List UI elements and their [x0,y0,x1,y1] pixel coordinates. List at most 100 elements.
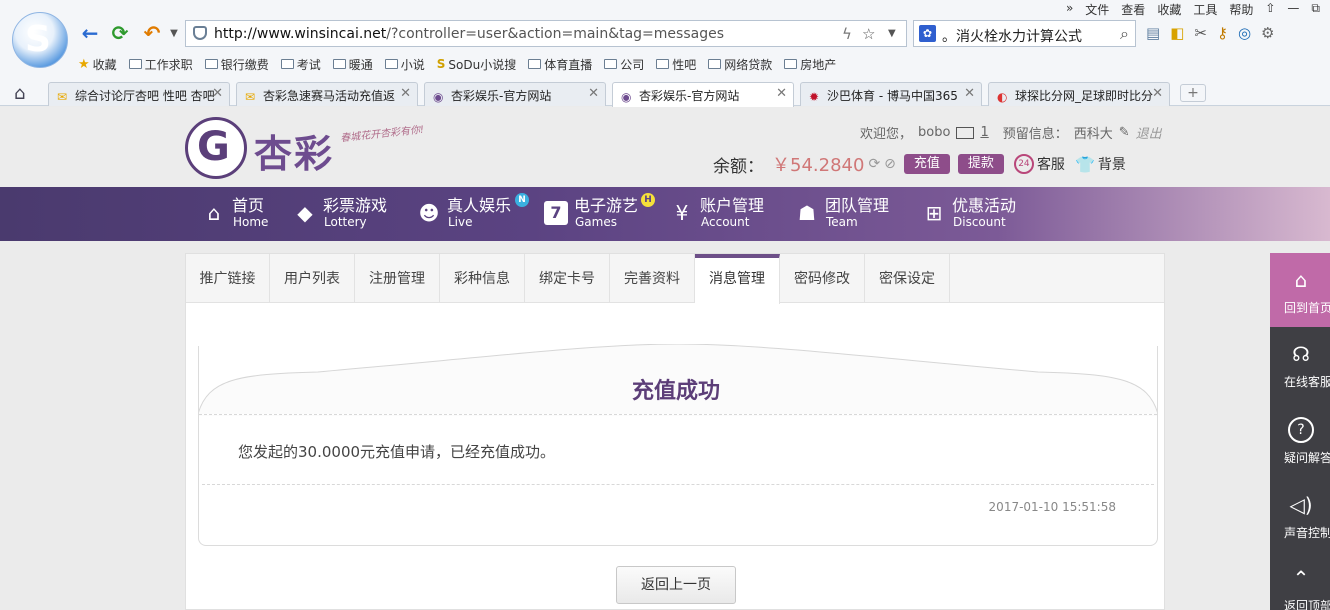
extension-icon[interactable]: ◧ [1170,24,1184,42]
bookmark-folder[interactable]: 工作求职 [128,55,193,73]
menu-more[interactable]: » [1066,1,1073,17]
main-nav: ⌂ 首页 Home ◆ 彩票游戏 Lottery ☻ 真人娱乐 Live N 7 电子… [0,187,1330,241]
minimize-button[interactable]: — [1287,1,1299,17]
tab-profile[interactable]: 完善资料 [610,254,695,303]
undo-dropdown-icon[interactable]: ▼ [162,21,186,45]
menu-favorites[interactable]: 收藏 [1157,1,1181,17]
close-tab-icon[interactable]: ✕ [1152,86,1163,101]
bookmark-favorites[interactable]: ★ 收藏 [78,55,117,73]
favorite-star-icon[interactable]: ☆ [862,25,875,43]
bookmark-folder[interactable]: 暖通 [332,55,373,73]
star-icon: ★ [78,56,90,72]
browser-tab[interactable]: ✹ 沙巴体育 - 博马中国365 ✕ [800,82,982,106]
edit-icon[interactable]: ✎ [1119,125,1130,140]
browser-tab[interactable]: ◉ 杏彩娱乐-官方网站 ✕ [424,82,606,106]
menu-view[interactable]: 查看 [1121,1,1145,17]
nav-team[interactable]: ☗ 团队管理 Team [795,197,889,230]
bookmark-folder[interactable]: 考试 [280,55,321,73]
baidu-paw-icon[interactable]: ✿ [919,25,936,42]
tab-user-list[interactable]: 用户列表 [270,254,355,303]
settings-icon[interactable]: ⚙ [1261,24,1274,42]
refresh-icon[interactable]: ⟳ [108,21,132,45]
float-sound[interactable]: ◁) 声音控制 [1270,478,1330,552]
logout-link[interactable]: 退出 [1136,123,1162,142]
xingcai-favicon: ◉ [621,90,632,104]
hide-balance-icon[interactable]: ⊘ [884,156,896,172]
service-link[interactable]: 24 客服 [1013,154,1065,174]
menu-help[interactable]: 帮助 [1229,1,1253,17]
float-back-top[interactable]: ⌃ 返回顶部 [1270,551,1330,610]
key-icon[interactable]: ⚷ [1217,24,1228,42]
menu-tools[interactable]: 工具 [1193,1,1217,17]
brand-logo[interactable]: 杏彩 [254,123,334,178]
close-tab-icon[interactable]: ✕ [400,86,411,101]
brand-emblem-icon[interactable]: G [185,117,247,179]
back-button[interactable]: 返回上一页 [616,566,736,604]
bookmark-folder[interactable]: 公司 [604,55,644,73]
folder-icon [332,59,346,69]
back-arrow-icon[interactable]: ← [78,21,102,45]
home-icon[interactable]: ⌂ [14,83,25,104]
bookmark-folder[interactable]: 房地产 [784,55,836,73]
folder-icon [656,59,670,69]
bookmark-link[interactable]: S SoDu小说搜 [437,55,516,73]
bookmark-folder[interactable]: 网络贷款 [708,55,772,73]
close-tab-icon[interactable]: ✕ [588,86,599,101]
zoom-icon[interactable]: ◎ [1238,24,1251,42]
tab-registration[interactable]: 注册管理 [355,254,440,303]
scissors-icon[interactable]: ✂ [1194,24,1207,42]
tab-bind-card[interactable]: 绑定卡号 [525,254,610,303]
speaker-icon: ◁) [1289,493,1313,517]
nav-home[interactable]: ⌂ 首页 Home [202,197,269,230]
bookmark-folder[interactable]: 性吧 [656,55,696,73]
sabah-favicon: ✹ [809,90,820,104]
close-tab-icon[interactable]: ✕ [964,86,975,101]
nav-discount[interactable]: ⊞ 优惠活动 Discount [922,197,1016,230]
lightning-icon[interactable]: ϟ [842,25,852,43]
address-bar[interactable]: http://www.winsincai.net/?controller=use… [185,20,907,47]
recharge-button[interactable]: 充值 [903,154,950,174]
nav-games[interactable]: 7 电子游艺 Games H [544,193,655,229]
search-box[interactable]: ✿ 。消火栓水力计算公式 ⌕ [913,20,1136,47]
bookmark-folder[interactable]: 银行缴费 [204,55,269,73]
browser-tab[interactable]: ◐ 球探比分网_足球即时比分 ✕ [988,82,1170,106]
browser-logo-icon[interactable]: S [12,12,68,68]
skin-icon[interactable]: ⇧ [1265,1,1275,17]
envelope-icon[interactable] [956,126,975,139]
url-dropdown-icon[interactable]: ▼ [888,28,896,39]
message-count[interactable]: 1 [980,125,988,140]
browser-toolbar: ▤ ◧ ✂ ⚷ ◎ ⚙ [1146,24,1275,42]
search-icon[interactable]: ⌕ [1120,24,1129,44]
float-service[interactable]: ☊ 在线客服 [1270,327,1330,401]
browser-tab[interactable]: ✉ 综合讨论厅杏吧 性吧 杏吧 ✕ [48,82,230,106]
tab-password[interactable]: 密码修改 [780,254,865,303]
browser-tab-active[interactable]: ◉ 杏彩娱乐-官方网站 ✕ [612,82,794,107]
reader-icon[interactable]: ▤ [1146,24,1160,42]
balance-label: 余额： [713,156,764,177]
bookmark-folder[interactable]: 小说 [384,55,425,73]
search-input[interactable]: 。消火栓水力计算公式 [942,26,1082,46]
background-link[interactable]: 👕 背景 [1075,154,1126,174]
withdraw-button[interactable]: 提款 [957,154,1004,174]
tab-security[interactable]: 密保设定 [865,254,950,303]
float-faq[interactable]: ? 疑问解答 [1270,403,1330,477]
shirt-icon: 👕 [1074,154,1095,174]
username: bobo [918,125,951,140]
undo-icon[interactable]: ↶ [140,21,164,45]
bookmark-folder[interactable]: 体育直播 [528,55,592,73]
menu-file[interactable]: 文件 [1085,1,1109,17]
new-tab-button[interactable]: + [1180,84,1206,102]
tab-lottery-info[interactable]: 彩种信息 [440,254,525,303]
nav-live[interactable]: ☻ 真人娱乐 Live N [417,193,529,229]
nav-lottery[interactable]: ◆ 彩票游戏 Lottery [293,197,387,230]
url-text[interactable]: http://www.winsincai.net/?controller=use… [214,26,724,42]
refresh-balance-icon[interactable]: ⟳ [868,156,880,172]
close-tab-icon[interactable]: ✕ [212,86,223,101]
tab-messages[interactable]: 消息管理 [695,254,780,304]
float-home[interactable]: ⌂ 回到首页 [1270,253,1330,327]
close-tab-icon[interactable]: ✕ [776,86,787,101]
nav-account[interactable]: ¥ 账户管理 Account [670,197,764,230]
tab-promo-link[interactable]: 推广链接 [186,254,270,303]
restore-button[interactable]: ⧉ [1311,1,1320,17]
browser-tab[interactable]: ✉ 杏彩急速赛马活动充值返 ✕ [236,82,418,106]
